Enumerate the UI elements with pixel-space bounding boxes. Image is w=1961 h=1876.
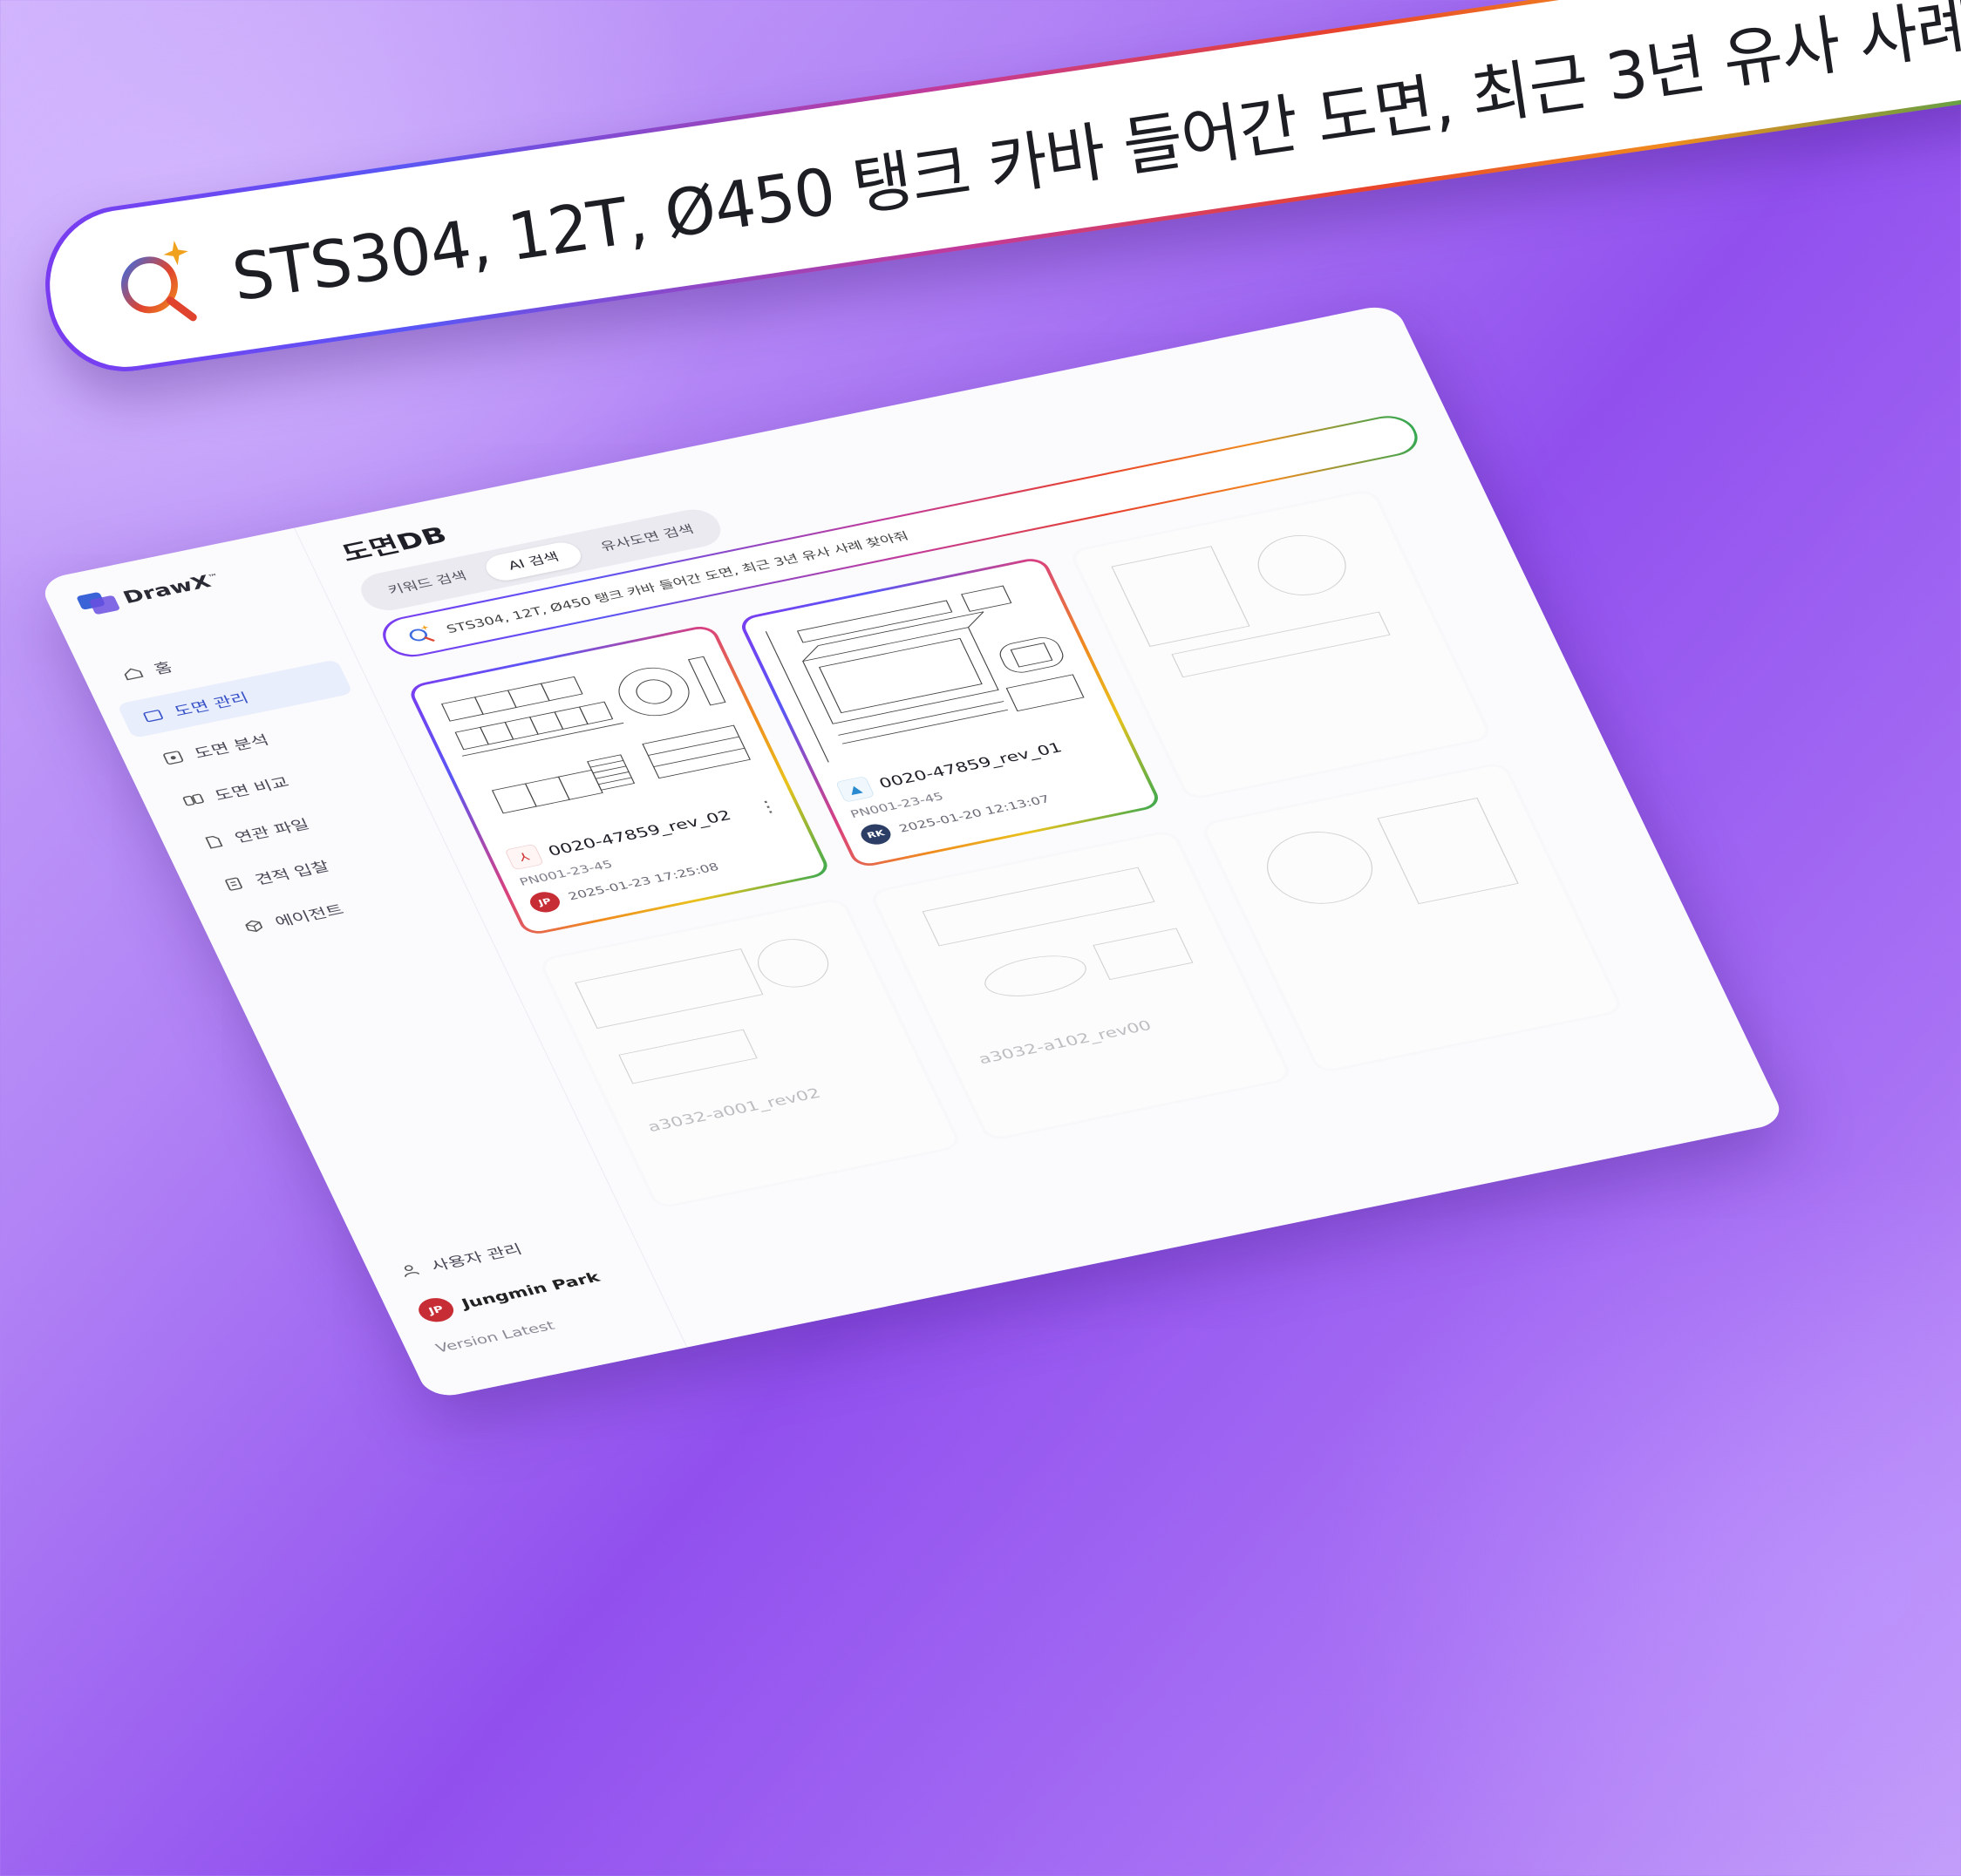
brand-name: DrawX™ bbox=[119, 570, 221, 608]
drawing-thumbnail bbox=[1267, 797, 1519, 905]
analysis-icon bbox=[163, 751, 184, 765]
agent-cube-icon bbox=[245, 920, 263, 932]
more-options-icon[interactable]: ⋮ bbox=[753, 796, 783, 818]
home-icon bbox=[124, 668, 144, 681]
file-icon bbox=[205, 835, 223, 849]
sidebar-footer: 사용자 관리 JP Jungmin Park Version Latest bbox=[396, 1220, 655, 1356]
pdf-file-icon: ⅄ bbox=[504, 843, 544, 871]
ai-search-icon bbox=[121, 241, 197, 322]
brand-logo[interactable]: DrawX™ bbox=[76, 568, 224, 617]
quote-icon bbox=[225, 877, 242, 891]
app-window: DrawX™ 홈 도면 관리 도면 분석 도면 비교 연관 파일 견적 입찰 에… bbox=[37, 302, 1787, 1400]
avatar: JP bbox=[526, 889, 564, 915]
user-icon bbox=[404, 1265, 420, 1277]
drawx-logo-icon bbox=[76, 589, 121, 617]
image-file-icon: ▲ bbox=[835, 776, 875, 803]
hero-search-bar[interactable]: STS304, 12T, Ø450 탱크 카바 들어간 도면, 최근 3년 유사… bbox=[35, 0, 1961, 383]
tab-ai-search[interactable]: AI 검색 bbox=[481, 539, 586, 584]
avatar: RK bbox=[857, 821, 895, 847]
hero-search-query: STS304, 12T, Ø450 탱크 카바 들어간 도면, 최근 3년 유사… bbox=[228, 0, 1961, 316]
page-title: 도면DB bbox=[337, 522, 452, 568]
tab-keyword-search[interactable]: 키워드 검색 bbox=[361, 559, 494, 608]
user-name: Jungmin Park bbox=[459, 1269, 603, 1312]
avatar: JP bbox=[413, 1295, 459, 1325]
folder-icon bbox=[143, 710, 163, 723]
hero-search-field[interactable]: STS304, 12T, Ø450 탱크 카바 들어간 도면, 최근 3년 유사… bbox=[39, 0, 1961, 377]
compare-icon bbox=[182, 793, 204, 806]
ai-search-icon bbox=[409, 625, 435, 642]
drawing-thumbnail bbox=[1111, 534, 1391, 678]
